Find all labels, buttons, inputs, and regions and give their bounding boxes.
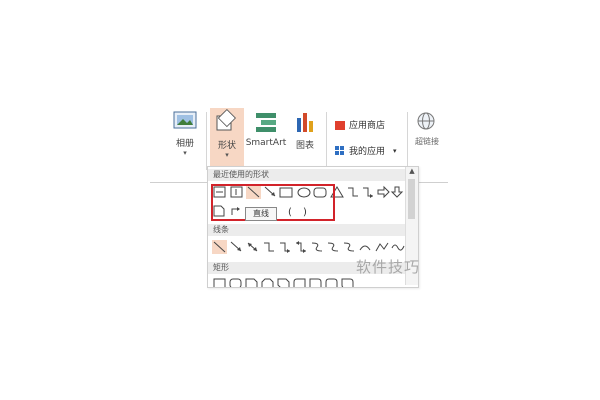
rectangle-icon[interactable] (213, 278, 226, 288)
app-store-button[interactable]: 应用商店 (335, 118, 385, 131)
ribbon-bottom-line (150, 182, 210, 183)
divider (206, 112, 207, 170)
rectangles-row (213, 278, 354, 288)
curved-double-arrow-icon[interactable] (343, 242, 355, 252)
shapes-icon (216, 108, 237, 131)
down-arrow-shape-icon[interactable] (390, 186, 404, 198)
curved-arrow-connector-icon[interactable] (327, 242, 339, 252)
freeform-icon[interactable] (375, 242, 389, 252)
tooltip: 直线 (245, 207, 277, 221)
album-button[interactable]: 相册 ▾ (168, 108, 202, 178)
album-label: 相册 (175, 139, 194, 149)
ribbon-bottom-line (418, 182, 448, 183)
chart-label: 图表 (295, 141, 314, 151)
elbow-connector-icon[interactable] (264, 242, 274, 252)
bar-chart-icon (297, 113, 313, 132)
store-icon (335, 120, 345, 130)
hyperlink-button[interactable]: 超链接 (415, 110, 439, 156)
shapes-label: 形状 (217, 141, 236, 151)
arrow-line-icon[interactable] (230, 241, 242, 252)
rounded-rectangle-icon[interactable] (229, 278, 242, 288)
round-single-corner-icon[interactable] (309, 278, 322, 288)
recent-shapes-header: 最近使用的形状 (208, 169, 409, 181)
scroll-up-icon[interactable]: ▲ (406, 167, 418, 175)
double-arrow-line-icon[interactable] (247, 242, 258, 252)
elbow-arrow-connector-icon[interactable] (363, 187, 373, 198)
chevron-down-icon: ▾ (393, 146, 397, 155)
divider (326, 112, 327, 170)
my-apps-button[interactable]: 我的应用 ▾ (335, 144, 397, 157)
my-apps-label: 我的应用 (349, 147, 386, 157)
app-store-label: 应用商店 (349, 121, 386, 131)
snip-same-side-icon[interactable] (261, 278, 274, 288)
chevron-down-icon: ▾ (183, 149, 187, 157)
snip-round-icon[interactable] (293, 278, 306, 288)
globe-link-icon (417, 112, 435, 130)
divider (407, 112, 408, 170)
lines-row (212, 240, 405, 254)
lines-header: 线条 (208, 224, 409, 236)
round-same-side-icon[interactable] (325, 278, 338, 288)
album-icon (173, 111, 197, 129)
chevron-down-icon: ▾ (225, 151, 229, 159)
smartart-label: SmartArt (245, 138, 287, 148)
scroll-thumb[interactable] (408, 179, 415, 219)
smartart-icon (256, 113, 276, 132)
apps-icon (335, 145, 344, 155)
elbow-arrow-connector-icon[interactable] (280, 242, 290, 253)
curved-connector-icon[interactable] (311, 242, 323, 252)
elbow-double-arrow-icon[interactable] (296, 241, 306, 253)
watermark: 软件技巧 (356, 258, 421, 276)
right-arrow-shape-icon[interactable] (377, 185, 390, 199)
hyperlink-label: 超链接 (415, 137, 439, 146)
snip-single-corner-icon[interactable] (245, 278, 258, 288)
snip-diagonal-icon[interactable] (277, 278, 290, 288)
elbow-connector-icon[interactable] (348, 187, 358, 197)
round-diagonal-icon[interactable] (341, 278, 354, 288)
scribble-icon[interactable] (391, 244, 405, 251)
curve-icon[interactable] (359, 245, 371, 251)
